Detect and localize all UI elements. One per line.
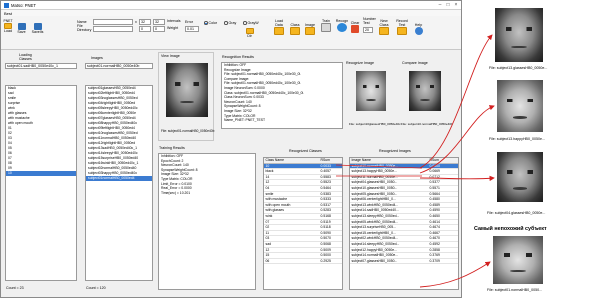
annotation-arrows — [335, 34, 495, 288]
arrow-to-face-4 — [419, 261, 491, 288]
arrow-link-1 — [335, 164, 423, 169]
arrow-to-face-1 — [419, 34, 493, 169]
arrow-to-face-3 — [419, 175, 495, 182]
arrow-to-face-2 — [419, 105, 495, 174]
